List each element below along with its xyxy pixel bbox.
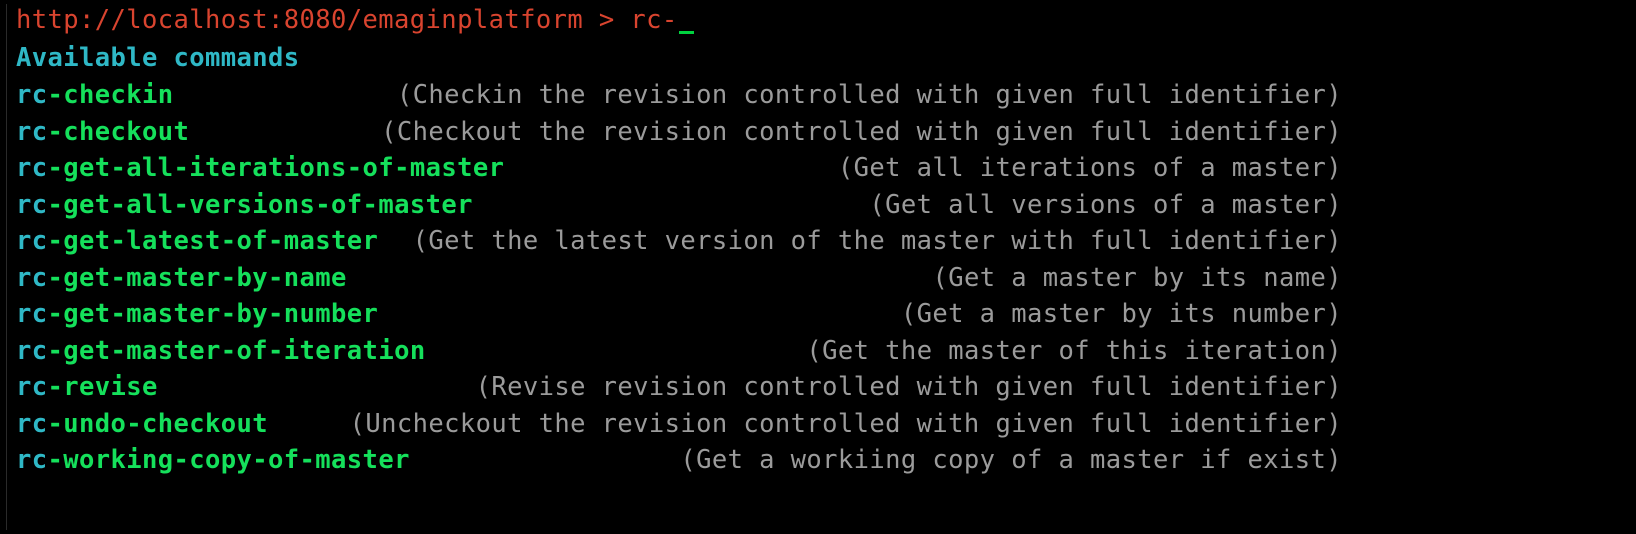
command-description: (Get the latest version of the master wi… (412, 226, 1342, 256)
command-name[interactable]: rc-get-latest-of-master (16, 222, 378, 260)
terminal-window[interactable]: http://localhost:8080/emaginplatform > r… (0, 0, 1636, 534)
command-prefix: rc (16, 116, 48, 147)
text-cursor (678, 31, 694, 34)
command-description: (Uncheckout the revision controlled with… (349, 408, 1342, 439)
command-description: (Revise revision controlled with given f… (475, 372, 1342, 402)
command-row[interactable]: rc-undo-checkout (Uncheckout the revision… (16, 405, 1342, 443)
command-description: (Get a master by its name) (932, 262, 1342, 293)
command-description: (Checkin the revision controlled with gi… (396, 80, 1342, 110)
command-description: (Get the master of this iteration) (806, 335, 1342, 366)
command-description: (Get a workiing copy of a master if exis… (680, 445, 1342, 475)
command-row[interactable]: rc-working-copy-of-master (Get a workiing… (16, 441, 1342, 479)
command-prefix: rc (16, 372, 48, 402)
terminal-edge-bracket (6, 4, 10, 530)
command-prefix: rc (16, 408, 48, 439)
command-name[interactable]: rc-working-copy-of-master (16, 441, 410, 479)
command-row[interactable]: rc-get-master-by-name (Get a master by it… (16, 259, 1342, 297)
command-name[interactable]: rc-get-all-iterations-of-master (16, 149, 504, 187)
command-prefix: rc (16, 80, 48, 110)
command-suffix: -get-master-by-number (47, 299, 379, 329)
command-name[interactable]: rc-get-all-versions-of-master (16, 186, 473, 224)
command-row[interactable]: rc-checkout (Checkout the revision contro… (16, 113, 1342, 151)
command-row[interactable]: rc-get-all-versions-of-master (Get all ve… (16, 186, 1342, 224)
command-suffix: -get-latest-of-master (47, 226, 379, 256)
command-suffix: -undo-checkout (47, 408, 269, 439)
command-row[interactable]: rc-get-master-of-iteration (Get the maste… (16, 332, 1342, 370)
prompt-separator: > (583, 5, 631, 35)
command-row[interactable]: rc-get-latest-of-master (Get the latest v… (16, 222, 1342, 260)
prompt-line[interactable]: http://localhost:8080/emaginplatform > r… (16, 1, 694, 39)
command-description: (Checkout the revision controlled with g… (381, 116, 1342, 147)
command-row[interactable]: rc-get-master-by-number (Get a master by … (16, 295, 1342, 333)
command-suffix: -working-copy-of-master (47, 445, 410, 475)
command-row[interactable]: rc-revise (Revise revision controlled wit… (16, 368, 1342, 406)
command-prefix: rc (16, 445, 48, 475)
command-suffix: -checkout (47, 116, 190, 147)
command-prefix: rc (16, 189, 48, 220)
command-description: (Get all iterations of a master) (837, 153, 1342, 183)
prompt-url: http://localhost:8080/emaginplatform (16, 5, 584, 35)
command-name[interactable]: rc-get-master-of-iteration (16, 332, 426, 370)
command-prefix: rc (16, 153, 48, 183)
command-name[interactable]: rc-get-master-by-name (16, 259, 347, 297)
command-prefix: rc (16, 335, 48, 366)
command-name[interactable]: rc-get-master-by-number (16, 295, 378, 333)
available-commands-header: Available commands (16, 43, 300, 73)
command-suffix: -get-master-of-iteration (47, 335, 426, 366)
command-description: (Get a master by its number) (900, 299, 1342, 329)
command-row[interactable]: rc-get-all-iterations-of-master (Get all … (16, 149, 1342, 187)
command-prefix: rc (16, 299, 48, 329)
command-name[interactable]: rc-revise (16, 368, 158, 406)
prompt-input[interactable]: rc- (630, 5, 677, 35)
command-prefix: rc (16, 262, 48, 293)
command-suffix: -get-all-iterations-of-master (47, 153, 505, 183)
command-suffix: -revise (47, 372, 158, 402)
command-description: (Get all versions of a master) (869, 189, 1342, 220)
command-suffix: -get-all-versions-of-master (47, 189, 473, 220)
command-name[interactable]: rc-undo-checkout (16, 405, 268, 443)
command-suffix: -get-master-by-name (47, 262, 347, 293)
command-row[interactable]: rc-checkin (Checkin the revision controll… (16, 76, 1342, 114)
command-name[interactable]: rc-checkout (16, 113, 189, 151)
command-prefix: rc (16, 226, 48, 256)
command-suffix: -checkin (47, 80, 174, 110)
command-name[interactable]: rc-checkin (16, 76, 174, 114)
